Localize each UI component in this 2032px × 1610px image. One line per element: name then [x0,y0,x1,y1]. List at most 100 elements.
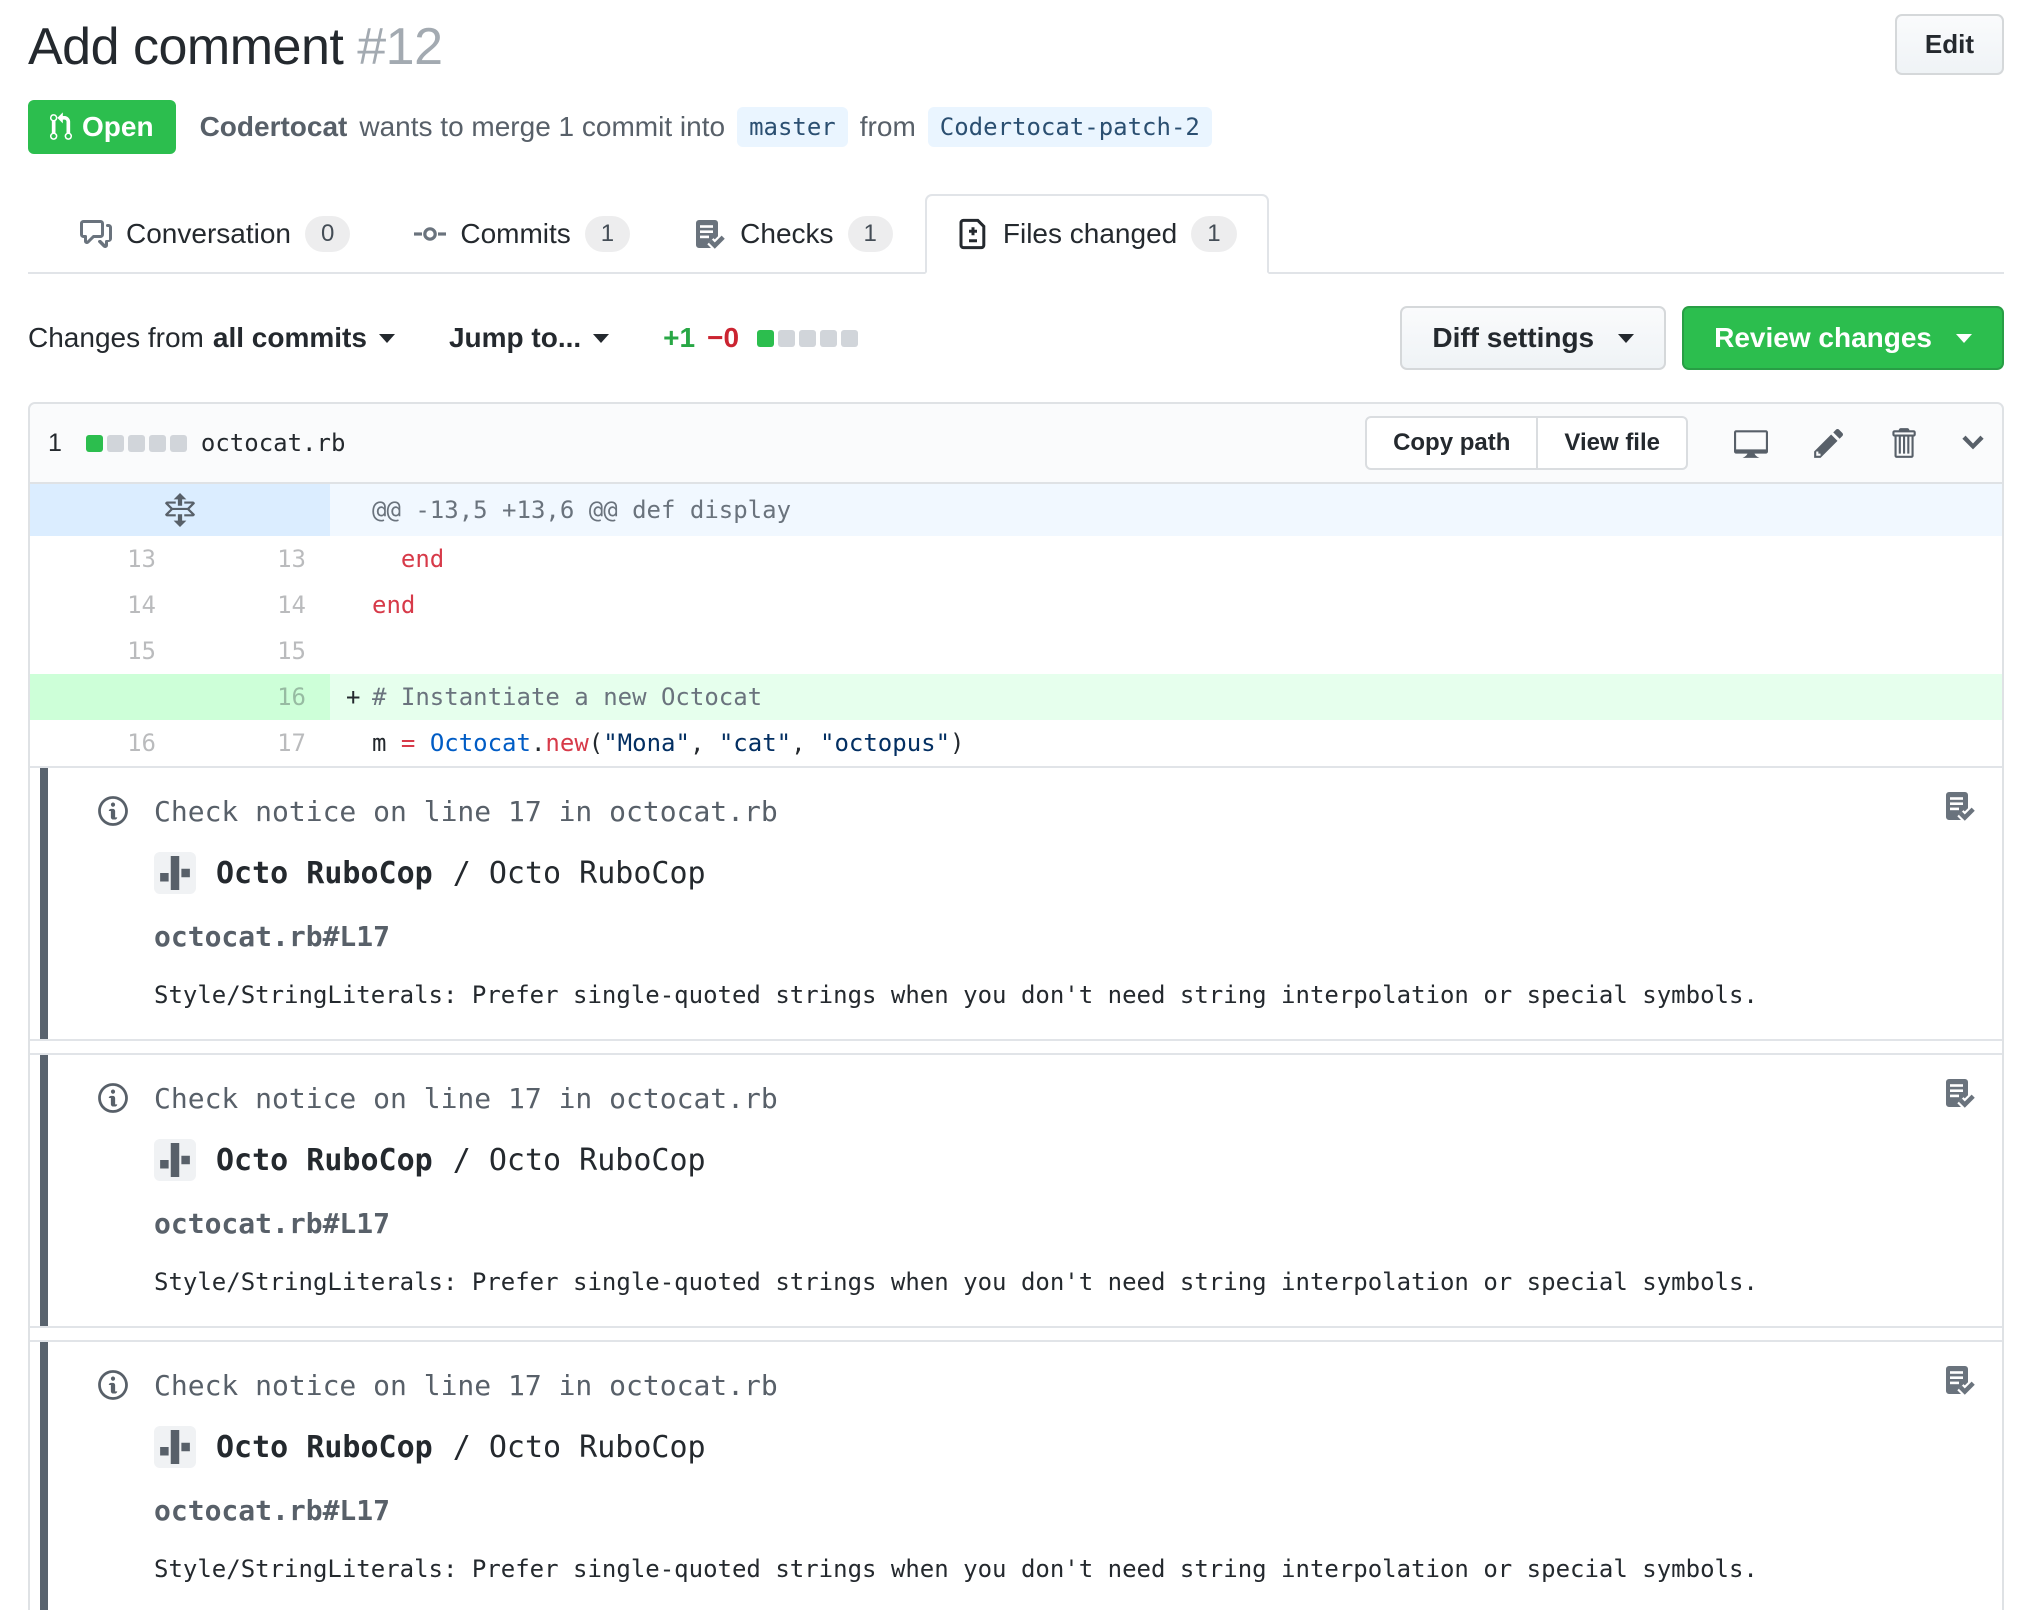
annotation-message: Style/StringLiterals: Prefer single-quot… [154,981,1758,1009]
comment-discussion-icon [80,218,112,250]
diff-row-context: 13 13 end [30,536,2002,582]
code-line: end [330,582,2002,628]
tasklist-icon [1944,1077,1976,1109]
chevron-down-icon[interactable] [1962,426,1984,460]
code-text: m = Octocat.new("Mona", "cat", "octopus"… [372,729,965,757]
new-line-number[interactable]: 17 [180,720,330,766]
code-line [330,628,2002,674]
jump-to-dropdown[interactable]: Jump to... [449,322,610,354]
diff-row-addition: 16 + # Instantiate a new Octocat [30,674,2002,720]
changed-files-count: 1 [48,428,62,457]
copy-path-button[interactable]: Copy path [1365,416,1539,470]
display-rich-diff-icon[interactable] [1734,426,1768,460]
annotation-notice-text: Check notice on line 17 in octocat.rb [154,794,778,828]
annotation-message: Style/StringLiterals: Prefer single-quot… [154,1268,1758,1296]
diff-settings-label: Diff settings [1432,322,1595,353]
annotation-location: octocat.rb#L17 [154,1207,391,1240]
annotation-notice-text: Check notice on line 17 in octocat.rb [154,1081,778,1115]
merge-summary-text: wants to merge 1 commit into [359,111,726,142]
author-link[interactable]: Codertocat [200,111,348,143]
annotation-message: Style/StringLiterals: Prefer single-quot… [154,1555,1758,1583]
edit-file-pencil-icon[interactable] [1814,426,1844,460]
diffstat-summary: +1 −0 [663,322,859,354]
expand-hunk-gutter[interactable] [30,484,330,536]
pr-tab-bar: Conversation 0 Commits 1 Checks 1 Files … [28,194,2004,274]
annotation-notice-text: Check notice on line 17 in octocat.rb [154,1368,778,1402]
caret-down-icon [1956,333,1972,343]
old-line-number[interactable]: 13 [30,536,180,582]
tab-commits[interactable]: Commits 1 [382,194,662,274]
old-line-number[interactable]: 16 [30,720,180,766]
caret-down-icon [1618,333,1635,343]
line-prefix [346,628,372,674]
changes-from-dropdown[interactable]: Changes from all commits [28,322,395,354]
tab-conversation-label: Conversation [126,218,291,249]
from-word: from [859,111,916,142]
diff-settings-button[interactable]: Diff settings [1400,306,1667,370]
tab-files-changed-count: 1 [1191,216,1237,252]
pr-status-row: Open Codertocat wants to merge 1 commit … [28,100,2004,154]
code-line: + # Instantiate a new Octocat [330,674,2002,720]
diff-table: @@ -13,5 +13,6 @@ def display 13 13 end … [30,484,2002,1610]
page-title: Add comment #12 [28,14,443,80]
info-icon [98,794,128,828]
new-line-number[interactable]: 14 [180,582,330,628]
unfold-icon [165,493,195,527]
review-changes-button[interactable]: Review changes [1682,306,2004,370]
git-commit-icon [414,218,447,250]
tab-conversation[interactable]: Conversation 0 [48,194,382,274]
check-annotation: Check notice on line 17 in octocat.rb Oc… [30,766,2002,1041]
tab-files-changed[interactable]: Files changed 1 [924,194,1269,274]
caret-down-icon [593,333,610,343]
tasklist-icon [1944,1364,1976,1396]
file-header: 1 octocat.rb Copy path View file [30,404,2002,484]
code-line: end [330,536,2002,582]
file-name-link[interactable]: octocat.rb [201,429,346,457]
octo-rubocop-avatar [154,1426,196,1468]
pr-number: #12 [357,18,443,76]
base-branch-label[interactable]: master [737,107,848,147]
check-annotation: Check notice on line 17 in octocat.rb Oc… [30,1340,2002,1610]
edit-button[interactable]: Edit [1894,14,2004,75]
code-text: # Instantiate a new Octocat [372,683,763,711]
old-line-number[interactable] [30,674,180,720]
annotation-tool-context: / Octo RuboCop [452,855,706,891]
annotation-tool-name: Octo RuboCop [216,855,433,891]
tab-files-changed-label: Files changed [1002,218,1178,249]
new-line-number[interactable]: 16 [180,674,330,720]
old-line-number[interactable]: 15 [30,628,180,674]
view-file-button[interactable]: View file [1538,416,1688,470]
tab-commits-label: Commits [460,218,571,249]
git-pull-request-icon [50,112,72,142]
tab-commits-count: 1 [584,216,631,252]
open-status-badge: Open [28,100,176,154]
hunk-header-row: @@ -13,5 +13,6 @@ def display [30,484,2002,536]
file-button-group: Copy path View file [1365,416,1688,470]
diff-row-context: 16 17 m = Octocat.new("Mona", "cat", "oc… [30,720,2002,766]
tab-checks[interactable]: Checks 1 [662,194,925,274]
diff-toolbar: Changes from all commits Jump to... +1 −… [28,306,2004,370]
diffstat-blocks [757,329,859,347]
file-diffstat-blocks [85,434,187,452]
annotation-severity-bar [40,1055,48,1326]
line-prefix [346,536,372,582]
head-branch-label[interactable]: Codertocat-patch-2 [927,107,1212,147]
annotation-tool-name: Octo RuboCop [216,1429,433,1465]
annotation-location: octocat.rb#L17 [154,1494,391,1527]
old-line-number[interactable]: 14 [30,582,180,628]
tab-checks-count: 1 [847,216,893,252]
tab-conversation-count: 0 [304,216,351,252]
annotation-tool-name: Octo RuboCop [216,1142,433,1178]
line-prefix [346,582,372,628]
changes-from-value: all commits [212,322,367,353]
trashcan-icon[interactable] [1890,426,1916,460]
code-text: end [372,591,416,619]
changes-from-label: Changes from [28,322,204,353]
diff-row-context: 15 15 [30,628,2002,674]
new-line-number[interactable]: 13 [180,536,330,582]
pull-request-page: Add comment #12 Edit Open Codertocat wan… [0,0,2032,1610]
new-line-number[interactable]: 15 [180,628,330,674]
octo-rubocop-avatar [154,852,196,894]
open-status-label: Open [82,111,154,142]
info-icon [98,1368,128,1402]
